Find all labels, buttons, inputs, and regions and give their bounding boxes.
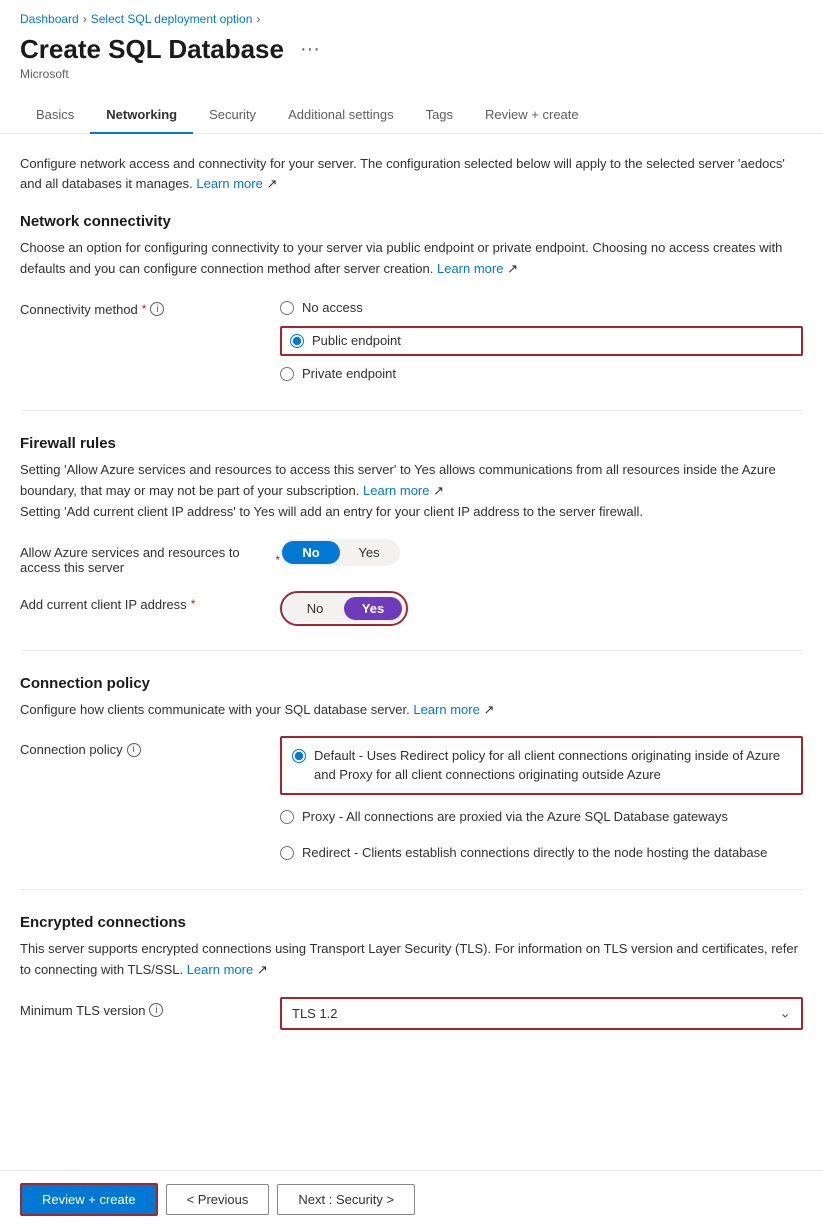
add-client-ip-label: Add current client IP address *: [20, 591, 280, 612]
allow-azure-row: Allow Azure services and resources to ac…: [20, 539, 803, 575]
connectivity-method-label: Connectivity method * i: [20, 296, 280, 317]
radio-policy-proxy[interactable]: Proxy - All connections are proxied via …: [280, 805, 803, 829]
tab-basics[interactable]: Basics: [20, 97, 90, 134]
radio-policy-redirect[interactable]: Redirect - Clients establish connections…: [280, 841, 803, 865]
radio-public-endpoint[interactable]: Public endpoint: [280, 326, 803, 356]
radio-policy-default[interactable]: Default - Uses Redirect policy for all c…: [292, 744, 791, 786]
previous-button[interactable]: < Previous: [166, 1184, 270, 1215]
allow-azure-toggle-control: No Yes: [280, 539, 803, 566]
connection-policy-info-icon[interactable]: i: [127, 743, 141, 757]
network-connectivity-title: Network connectivity: [20, 213, 803, 230]
intro-learn-more[interactable]: Learn more: [196, 176, 262, 191]
encrypted-connections-title: Encrypted connections: [20, 914, 803, 931]
connection-policy-title: Connection policy: [20, 675, 803, 692]
connection-policy-row: Connection policy i Default - Uses Redir…: [20, 736, 803, 865]
ellipsis-button[interactable]: ···: [294, 36, 326, 63]
connectivity-info-icon[interactable]: i: [150, 302, 164, 316]
encrypted-learn-more[interactable]: Learn more: [187, 962, 253, 977]
breadcrumb: Dashboard › Select SQL deployment option…: [0, 0, 823, 30]
next-security-button[interactable]: Next : Security >: [277, 1184, 415, 1215]
network-connectivity-desc: Choose an option for configuring connect…: [20, 238, 803, 280]
intro-text: Configure network access and connectivit…: [20, 154, 803, 193]
allow-azure-label: Allow Azure services and resources to ac…: [20, 539, 280, 575]
radio-private-endpoint[interactable]: Private endpoint: [280, 362, 803, 386]
radio-public-endpoint-input[interactable]: [290, 334, 304, 348]
connection-policy-desc: Configure how clients communicate with y…: [20, 700, 803, 721]
radio-no-access[interactable]: No access: [280, 296, 803, 320]
add-client-ip-row: Add current client IP address * No Yes: [20, 591, 803, 626]
tls-info-icon[interactable]: i: [149, 1003, 163, 1017]
tls-version-label: Minimum TLS version i: [20, 997, 280, 1018]
tab-additional-settings[interactable]: Additional settings: [272, 97, 410, 134]
tls-version-control: TLS 1.0 TLS 1.1 TLS 1.2 ⌄: [280, 997, 803, 1030]
allow-azure-toggle[interactable]: No Yes: [280, 539, 400, 566]
radio-private-endpoint-input[interactable]: [280, 367, 294, 381]
radio-policy-redirect-input[interactable]: [280, 846, 294, 860]
tls-version-select[interactable]: TLS 1.0 TLS 1.1 TLS 1.2: [282, 999, 662, 1028]
tls-version-row: Minimum TLS version i TLS 1.0 TLS 1.1 TL…: [20, 997, 803, 1030]
add-client-ip-toggle[interactable]: No Yes: [284, 595, 404, 622]
tab-security[interactable]: Security: [193, 97, 272, 134]
add-client-ip-toggle-wrapper: No Yes: [280, 591, 408, 626]
add-client-ip-toggle-control: No Yes: [280, 591, 803, 626]
network-learn-more[interactable]: Learn more: [437, 261, 503, 276]
allow-azure-yes[interactable]: Yes: [340, 541, 398, 564]
page-subtitle: Microsoft: [20, 67, 803, 81]
tab-networking[interactable]: Networking: [90, 97, 193, 134]
firewall-rules-title: Firewall rules: [20, 435, 803, 452]
firewall-rules-desc: Setting 'Allow Azure services and resour…: [20, 460, 803, 522]
add-client-ip-yes[interactable]: Yes: [344, 597, 402, 620]
page-title: Create SQL Database: [20, 34, 284, 65]
add-client-ip-required: *: [191, 597, 196, 611]
radio-policy-proxy-input[interactable]: [280, 810, 294, 824]
firewall-learn-more-1[interactable]: Learn more: [363, 483, 429, 498]
connectivity-method-options: No access Public endpoint Private endpoi…: [280, 296, 803, 387]
encrypted-connections-desc: This server supports encrypted connectio…: [20, 939, 803, 981]
connection-policy-learn-more[interactable]: Learn more: [413, 702, 479, 717]
tls-select-wrapper: TLS 1.0 TLS 1.1 TLS 1.2 ⌄: [280, 997, 803, 1030]
radio-policy-default-input[interactable]: [292, 749, 306, 763]
connectivity-method-row: Connectivity method * i No access Public…: [20, 296, 803, 387]
connection-policy-options: Default - Uses Redirect policy for all c…: [280, 736, 803, 865]
connection-policy-label: Connection policy i: [20, 736, 280, 757]
allow-azure-no[interactable]: No: [282, 541, 340, 564]
tls-select-chevron: ⌄: [779, 1005, 791, 1022]
policy-option-default-wrapper: Default - Uses Redirect policy for all c…: [280, 736, 803, 794]
tab-review-create[interactable]: Review + create: [469, 97, 595, 134]
add-client-ip-no[interactable]: No: [286, 597, 344, 620]
review-create-button[interactable]: Review + create: [20, 1183, 158, 1216]
page-header: Create SQL Database ··· Microsoft: [0, 30, 823, 89]
bottom-bar: Review + create < Previous Next : Securi…: [0, 1170, 823, 1228]
tabs-bar: Basics Networking Security Additional se…: [0, 97, 823, 134]
radio-no-access-input[interactable]: [280, 301, 294, 315]
required-marker: *: [142, 302, 147, 316]
main-content: Configure network access and connectivit…: [0, 134, 823, 1126]
tab-tags[interactable]: Tags: [410, 97, 469, 134]
breadcrumb-select-sql[interactable]: Select SQL deployment option: [91, 12, 253, 26]
breadcrumb-dashboard[interactable]: Dashboard: [20, 12, 79, 26]
